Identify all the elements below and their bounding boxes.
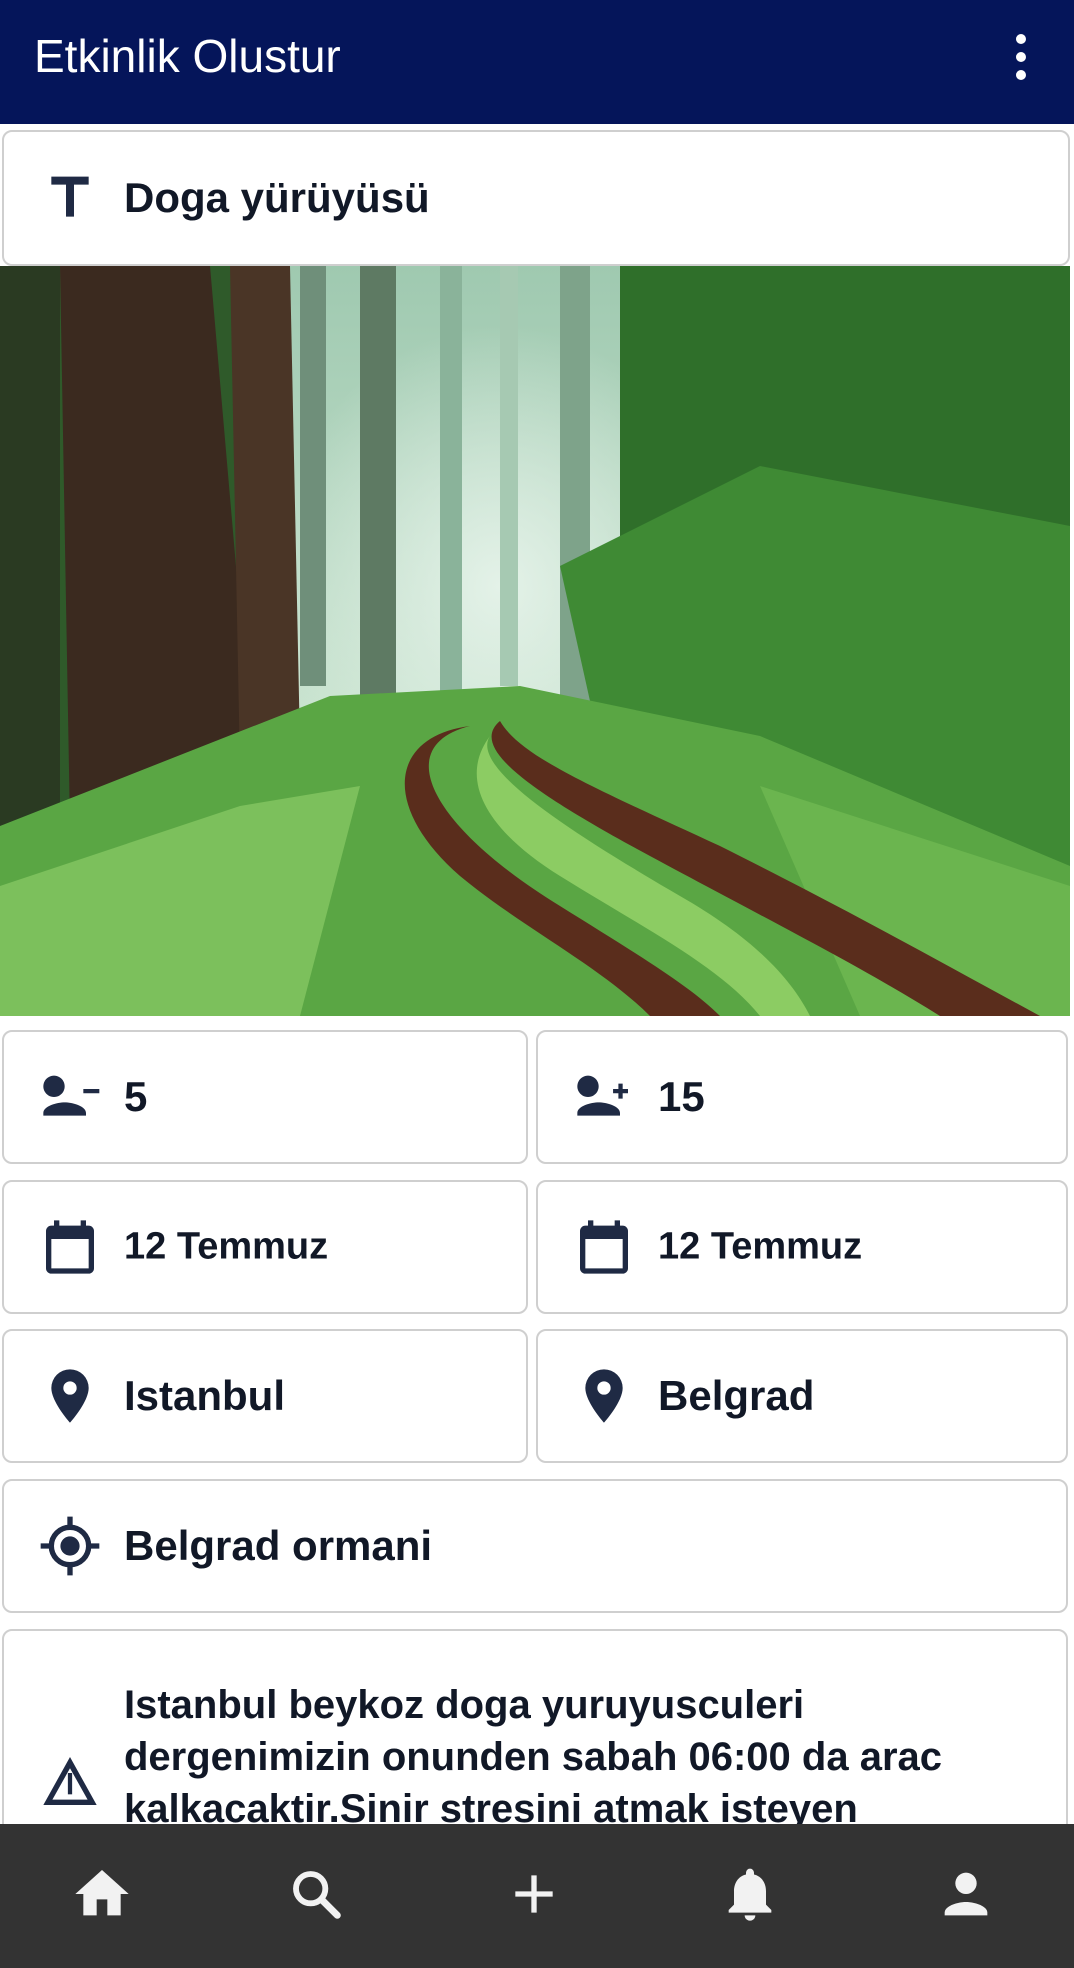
location-pin-icon [572, 1364, 636, 1428]
description-value: Istanbul beykoz doga yuruyusculeri derge… [124, 1683, 943, 1831]
start-date-field[interactable]: 12 Temmuz [2, 1180, 528, 1314]
event-name-field[interactable]: Doga yürüyüsü [2, 130, 1070, 266]
text-title-icon [38, 166, 102, 230]
event-name-value: Doga yürüyüsü [124, 174, 430, 221]
my-location-icon [38, 1514, 102, 1578]
warning-outline-icon [38, 1749, 102, 1813]
add-icon[interactable] [502, 1862, 566, 1926]
min-participants-field[interactable]: 5 [2, 1030, 528, 1164]
min-participants-value: 5 [124, 1073, 148, 1120]
city-value: Istanbul [124, 1372, 286, 1419]
end-date-value: 12 Temmuz [658, 1225, 863, 1268]
page-title: Etkinlik Olustur [34, 30, 341, 82]
calendar-icon [38, 1215, 102, 1279]
max-participants-value: 15 [658, 1073, 705, 1120]
person-add-icon [572, 1065, 636, 1129]
home-icon[interactable] [70, 1862, 134, 1926]
event-image[interactable] [0, 266, 1070, 1016]
meeting-point-value: Belgrad ormani [124, 1522, 433, 1569]
start-date-value: 12 Temmuz [124, 1225, 329, 1268]
end-date-field[interactable]: 12 Temmuz [536, 1180, 1068, 1314]
person-remove-icon [38, 1065, 102, 1129]
district-value: Belgrad [658, 1372, 815, 1419]
district-field[interactable]: Belgrad [536, 1329, 1068, 1463]
meeting-point-field[interactable]: Belgrad ormani [2, 1479, 1068, 1613]
max-participants-field[interactable]: 15 [536, 1030, 1068, 1164]
location-pin-icon [38, 1364, 102, 1428]
notifications-icon[interactable] [718, 1862, 782, 1926]
account-icon[interactable] [934, 1862, 998, 1926]
more-vert-icon[interactable] [994, 28, 1046, 86]
city-field[interactable]: Istanbul [2, 1329, 528, 1463]
app-bar: Etkinlik Olustur [0, 0, 1074, 124]
search-icon[interactable] [284, 1862, 348, 1926]
bottom-navigation [0, 1824, 1074, 1968]
forest-path-photo [0, 266, 1070, 1016]
calendar-icon [572, 1215, 636, 1279]
